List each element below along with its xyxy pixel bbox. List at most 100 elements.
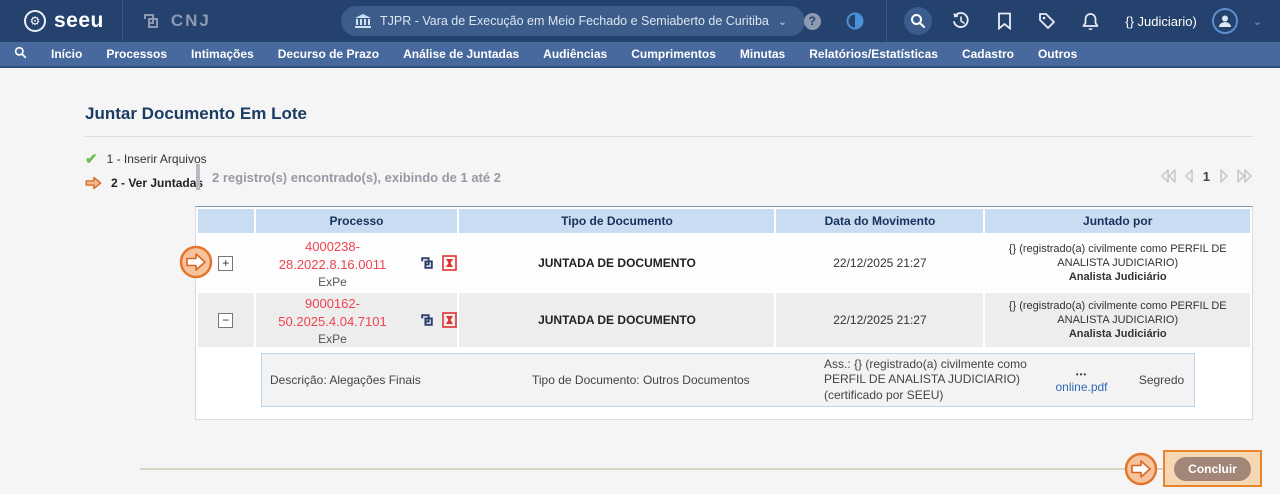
nav-item-minutas[interactable]: Minutas [740,47,785,61]
history-icon [953,12,969,28]
divider [85,136,1253,137]
user-label: {} Judiciario) [1125,13,1197,29]
summary-text: 2 registro(s) encontrado(s), exibindo de… [212,169,501,185]
page-title: Juntar Documento Em Lote [85,104,307,123]
bookmark-button[interactable] [990,7,1018,35]
user-chevron-icon: ⌄ [1252,15,1262,28]
electronic-process-icon[interactable] [419,255,435,271]
detail-signature: Ass.: {} (registrado(a) civilmente como … [824,356,1027,402]
nav-item-cumprimentos[interactable]: Cumprimentos [631,47,716,61]
table-header-row: Processo Tipo de Documento Data do Movim… [198,209,1250,233]
institution-selector[interactable]: TJPR - Vara de Execução em Meio Fechado … [341,6,806,36]
movement-date: 22/12/2025 21:27 [833,256,927,270]
detail-doc-type: Tipo de Documento: Outros Documentos [532,373,750,387]
nav-item-relatorios-estatisticas[interactable]: Relatórios/Estatísticas [809,47,938,61]
contrast-button[interactable] [841,7,869,35]
process-class: ExPe [318,274,347,289]
cnj-logo-text: CNJ [170,11,211,30]
step-inserir-arquivos[interactable]: ✔ 1 - Inserir Arquivos [85,150,207,168]
seeu-logo-text: seeu [54,9,104,32]
main-content: Juntar Documento Em Lote ✔ 1 - Inserir A… [0,68,1280,494]
tutorial-arrow-icon [1124,452,1158,486]
process-number-link[interactable]: 4000238-28.2022.8.16.0011 [279,239,386,272]
main-nav: Início Processos Intimações Decurso de P… [0,42,1280,68]
hourglass-icon[interactable] [442,312,458,328]
avatar-icon [1218,15,1231,27]
step-label: 2 - Ver Juntadas [111,176,204,190]
courthouse-icon [355,14,371,28]
step-label: 1 - Inserir Arquivos [106,152,207,166]
step-ver-juntadas[interactable]: 2 - Ver Juntadas [85,176,207,190]
chevron-down-icon: ⌄ [777,15,788,28]
file-menu-icon[interactable]: ••• [1076,370,1087,379]
nav-item-intimacoes[interactable]: Intimações [191,47,254,61]
document-detail-panel: Descrição: Alegações Finais Tipo de Docu… [261,353,1195,407]
results-table: Processo Tipo de Documento Data do Movim… [195,206,1253,420]
contrast-icon [846,12,864,30]
col-processo-header: Processo [255,209,458,233]
nav-item-analise-de-juntadas[interactable]: Análise de Juntadas [403,47,519,61]
divider [140,468,1253,470]
joined-by-role: Analista Judiciário [1068,328,1167,341]
notifications-button[interactable] [1076,7,1104,35]
electronic-process-icon[interactable] [419,312,435,328]
top-bar: ⚙ seeu CNJ TJPR - Vara de Execução em Me… [0,0,1280,42]
file-link[interactable]: online.pdf [1034,380,1129,394]
help-icon: ? [803,12,821,30]
results-summary: 2 registro(s) encontrado(s), exibindo de… [196,164,501,190]
bookmark-icon [997,12,1011,30]
movement-date: 22/12/2025 21:27 [833,313,927,327]
col-expander-header [198,209,254,233]
check-icon: ✔ [85,151,98,168]
process-number-link[interactable]: 9000162-50.2025.4.04.7101 [278,296,386,329]
nav-item-audiencias[interactable]: Audiências [543,47,607,61]
nav-item-processos[interactable]: Processos [106,47,167,61]
nav-item-decurso-de-prazo[interactable]: Decurso de Prazo [278,47,379,61]
divider [121,0,123,42]
nav-item-inicio[interactable]: Início [51,47,82,61]
summary-accent-bar [196,164,200,190]
tutorial-highlight: Concluir [1163,450,1262,487]
divider [886,0,888,42]
bell-icon [1082,13,1099,30]
nav-item-outros[interactable]: Outros [1038,47,1077,61]
detail-description: Descrição: Alegações Finais [270,373,421,387]
search-icon [911,14,926,28]
table-row: − 9000162-50.2025.4.04.7101 ExPe JUNTADA… [198,293,1250,347]
prev-page-button[interactable] [1184,168,1194,184]
cnj-logo: CNJ [141,11,211,31]
joined-by: {} (registrado(a) civilmente como PERFIL… [1008,299,1227,341]
search-button[interactable] [904,7,933,35]
nav-search-icon[interactable] [14,46,27,62]
seeu-gear-icon: ⚙ [24,10,46,32]
tag-button[interactable] [1033,7,1061,35]
document-type: JUNTADA DE DOCUMENTO [538,313,696,327]
col-tipo-documento-header: Tipo de Documento [459,209,775,233]
user-menu[interactable] [1211,8,1238,34]
document-type: JUNTADA DE DOCUMENTO [538,256,696,270]
next-page-button[interactable] [1219,168,1229,184]
joined-by: {} (registrado(a) civilmente como PERFIL… [1008,242,1227,284]
attachment: ••• online.pdf [1034,366,1129,394]
seeu-logo[interactable]: ⚙ seeu [0,9,104,33]
concluir-button[interactable]: Concluir [1174,456,1251,481]
secret-label: Segredo [1138,373,1185,387]
table-row: + 4000238-28.2022.8.16.0011 ExPe JUNTADA… [198,235,1250,291]
expanded-detail-row: Descrição: Alegações Finais Tipo de Docu… [198,349,1250,417]
institution-label: TJPR - Vara de Execução em Meio Fechado … [380,14,769,28]
nav-item-cadastro[interactable]: Cadastro [962,47,1014,61]
history-button[interactable] [947,7,975,35]
cnj-squares-icon [143,14,158,28]
expand-row-button[interactable]: + [218,256,234,271]
first-page-button[interactable] [1160,168,1177,184]
last-page-button[interactable] [1236,168,1253,184]
current-page: 1 [1202,168,1210,184]
wizard-steps: ✔ 1 - Inserir Arquivos 2 - Ver Juntadas [85,150,207,190]
tag-icon [1039,13,1056,29]
hourglass-icon[interactable] [442,255,458,271]
col-juntado-por-header: Juntado por [985,209,1250,233]
process-class: ExPe [318,331,347,346]
collapse-row-button[interactable]: − [218,313,234,328]
tutorial-arrow-icon [179,245,213,279]
help-button[interactable]: ? [798,7,826,35]
